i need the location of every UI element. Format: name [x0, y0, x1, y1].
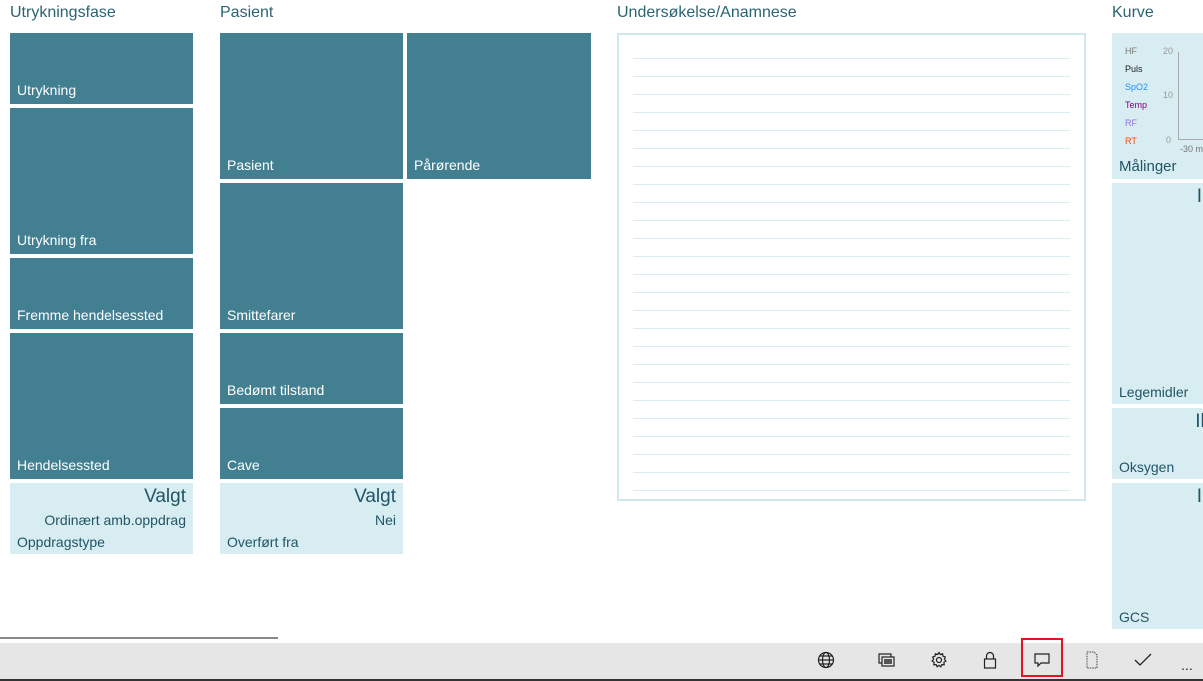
- note-line: [633, 436, 1070, 437]
- legend-entry: Temp: [1125, 100, 1148, 110]
- tile-label: Hendelsessted: [17, 457, 110, 473]
- note-line: [633, 328, 1070, 329]
- tile-cave[interactable]: Cave: [220, 408, 403, 479]
- tile-label: Smittefarer: [227, 307, 296, 323]
- note-line: [633, 346, 1070, 347]
- y-tick: 10: [1163, 90, 1174, 100]
- note-line: [633, 58, 1070, 59]
- tile-label: Bedømt tilstand: [227, 382, 325, 398]
- note-line: [633, 148, 1070, 149]
- note-line: [633, 238, 1070, 239]
- note-line: [633, 418, 1070, 419]
- tile-overfort-fra[interactable]: Valgt Nei Overført fra: [220, 483, 403, 554]
- tile-utrykning-fra[interactable]: Utrykning fra: [10, 108, 193, 254]
- note-line: [633, 490, 1070, 491]
- legend-entry: Puls: [1125, 64, 1143, 74]
- comment-icon[interactable]: [1027, 647, 1057, 673]
- tile-value: Ik: [1195, 411, 1203, 432]
- tile-subvalue: Nei: [374, 512, 396, 528]
- note-line: [633, 184, 1070, 185]
- note-line: [633, 382, 1070, 383]
- tile-subvalue: Ordinært amb.oppdrag: [44, 512, 186, 528]
- page-icon[interactable]: [1077, 647, 1107, 673]
- tile-label: Oppdragstype: [17, 534, 105, 550]
- tile-legemidler[interactable]: I Legemidler: [1112, 183, 1203, 404]
- tile-parorende[interactable]: Pårørende: [407, 33, 591, 179]
- y-tick: 20: [1163, 46, 1174, 56]
- tile-value: Valgt: [354, 486, 396, 507]
- tile-fremme-hendelsessted[interactable]: Fremme hendelsessted: [10, 258, 193, 329]
- y-tick: 0: [1166, 135, 1172, 145]
- tile-label: Oksygen: [1119, 459, 1175, 475]
- legend-entry: RT: [1125, 136, 1137, 146]
- tile-bedomt-tilstand[interactable]: Bedømt tilstand: [220, 333, 403, 404]
- globe-icon[interactable]: [811, 647, 841, 673]
- note-line: [633, 112, 1070, 113]
- tile-label: Utrykning fra: [17, 232, 97, 248]
- note-line: [633, 76, 1070, 77]
- header-kurve: Kurve: [1112, 4, 1154, 21]
- tile-label: Overført fra: [227, 534, 299, 550]
- note-line: [633, 454, 1070, 455]
- tile-value: I: [1196, 486, 1202, 507]
- tile-label: Cave: [227, 457, 260, 473]
- tile-smittefarer[interactable]: Smittefarer: [220, 183, 403, 329]
- note-line: [633, 400, 1070, 401]
- legend-entry: HF: [1125, 46, 1137, 56]
- tile-gcs[interactable]: I GCS: [1112, 483, 1203, 629]
- tile-label: GCS: [1119, 609, 1150, 625]
- scroll-indicator[interactable]: [0, 637, 278, 639]
- slideshow-icon[interactable]: [872, 647, 902, 673]
- notes-area[interactable]: [617, 33, 1086, 501]
- tile-oksygen[interactable]: Ik Oksygen: [1112, 408, 1203, 479]
- tile-label: Pasient: [227, 157, 274, 173]
- note-line: [633, 94, 1070, 95]
- y-axis: [1178, 52, 1179, 140]
- note-line: [633, 274, 1070, 275]
- note-line: [633, 220, 1070, 221]
- header-pasient: Pasient: [220, 4, 274, 21]
- note-line: [633, 472, 1070, 473]
- legend-entry: SpO2: [1125, 82, 1149, 92]
- lock-icon[interactable]: [975, 647, 1005, 673]
- x-axis: [1178, 139, 1203, 140]
- tile-label: Målinger: [1119, 158, 1177, 175]
- check-icon[interactable]: [1128, 647, 1158, 673]
- note-line: [633, 292, 1070, 293]
- gear-icon[interactable]: [924, 647, 954, 673]
- tile-hendelsessted[interactable]: Hendelsessted: [10, 333, 193, 479]
- more-icon[interactable]: ...: [1172, 652, 1202, 678]
- tile-malinger[interactable]: HF Puls SpO2 Temp RF RT 20 10 0 -30 m Målinge…: [1112, 33, 1203, 179]
- tile-label: Legemidler: [1119, 384, 1189, 400]
- tile-utrykning[interactable]: Utrykning: [10, 33, 193, 104]
- tile-value: Valgt: [144, 486, 186, 507]
- note-line: [633, 166, 1070, 167]
- legend-entry: RF: [1125, 118, 1137, 128]
- tile-oppdragstype[interactable]: Valgt Ordinært amb.oppdrag Oppdragstype: [10, 483, 193, 554]
- header-undersokelse: Undersøkelse/Anamnese: [617, 4, 797, 21]
- note-line: [633, 130, 1070, 131]
- tile-pasient[interactable]: Pasient: [220, 33, 403, 179]
- tile-label: Pårørende: [414, 157, 481, 173]
- note-line: [633, 364, 1070, 365]
- x-tick: -30 m: [1180, 144, 1203, 154]
- note-line: [633, 310, 1070, 311]
- note-line: [633, 202, 1070, 203]
- header-utrykningsfase: Utrykningsfase: [10, 4, 116, 21]
- tile-value: I: [1196, 186, 1202, 207]
- tile-label: Fremme hendelsessted: [17, 307, 164, 323]
- tile-label: Utrykning: [17, 82, 77, 98]
- note-line: [633, 256, 1070, 257]
